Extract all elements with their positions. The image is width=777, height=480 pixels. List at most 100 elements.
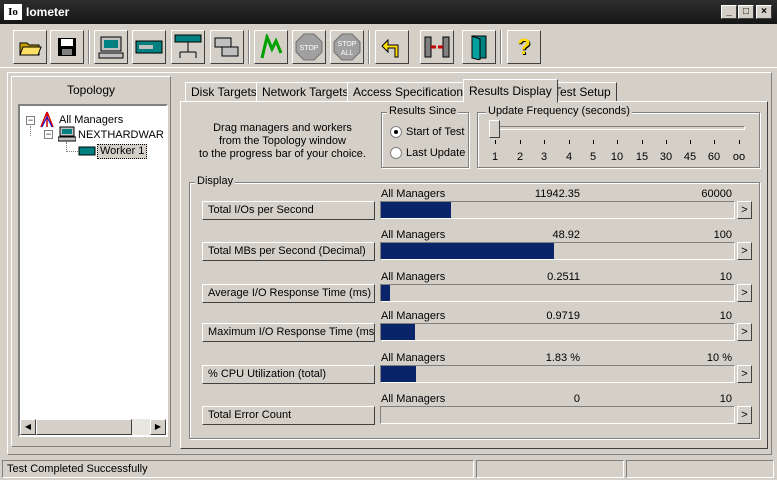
scroll-left-button[interactable]: ◀ [20, 419, 36, 435]
reset-arrow-icon [381, 38, 399, 58]
tab-disk-targets[interactable]: Disk Targets [185, 82, 263, 102]
tab-network-targets[interactable]: Network Targets [256, 82, 355, 102]
metric-source: All Managers [381, 188, 446, 200]
metric-select-button[interactable]: > [737, 406, 752, 424]
metric-max: 100 [713, 229, 732, 241]
update-frequency-slider[interactable] [489, 120, 500, 138]
scroll-right-button[interactable]: ▶ [150, 419, 166, 435]
tick-mark [520, 140, 521, 144]
manager-computer-icon [58, 126, 76, 142]
new-manager-icon [98, 36, 124, 59]
tick-mark [569, 140, 570, 144]
tree-worker[interactable]: Worker 1 [97, 144, 148, 159]
metric-value: 48.92 [552, 229, 580, 241]
metric-progress-fill [381, 324, 416, 340]
exit-button[interactable] [462, 30, 496, 64]
save-disk-icon [58, 38, 76, 56]
stop-button[interactable]: STOP [292, 30, 326, 64]
tab-access-specifications[interactable]: Access Specifications [347, 82, 476, 102]
metric-button[interactable]: Total Error Count [202, 406, 375, 425]
metric-source: All Managers [381, 271, 446, 283]
toolbar: STOP STOP ALL ? [0, 24, 777, 68]
expand-toggle[interactable]: − [26, 116, 35, 125]
scroll-thumb[interactable] [36, 419, 132, 435]
tick-mark [544, 140, 545, 144]
title-bar[interactable]: Io Iometer _ □ × [0, 0, 777, 24]
metric-select-button[interactable]: > [737, 242, 752, 260]
metric-button[interactable]: % CPU Utilization (total) [202, 365, 375, 384]
metric-progress-fill [381, 366, 417, 382]
metric-progress-fill [381, 243, 554, 259]
radio-start-of-test-label[interactable]: Start of Test [406, 126, 465, 138]
tick-mark [666, 140, 667, 144]
expand-toggle-manager[interactable]: − [44, 130, 53, 139]
help-button[interactable]: ? [507, 30, 541, 64]
duplicate-worker-button[interactable] [210, 30, 244, 64]
metric-progress-bar[interactable] [380, 242, 735, 260]
radio-last-update-label[interactable]: Last Update [406, 147, 465, 159]
tick-mark [739, 140, 740, 144]
tick-label: 4 [565, 151, 573, 163]
metric-progress-bar[interactable] [380, 365, 735, 383]
metric-select-button[interactable]: > [737, 365, 752, 383]
tab-test-setup[interactable]: Test Setup [548, 82, 617, 102]
metric-select-button[interactable]: > [737, 201, 752, 219]
tick-label: 5 [589, 151, 597, 163]
metric-max: 10 % [706, 352, 732, 364]
update-frequency-track[interactable] [489, 126, 745, 130]
drag-instructions: Drag managers and workers from the Topol… [199, 122, 366, 160]
disconnect-icon [424, 36, 450, 58]
metric-button[interactable]: Total I/Os per Second [202, 201, 375, 220]
disconnect-button[interactable] [420, 30, 454, 64]
tree-horizontal-scrollbar[interactable]: ◀ ▶ [20, 419, 166, 435]
tick-mark [617, 140, 618, 144]
metric-progress-bar[interactable] [380, 201, 735, 219]
topology-title: Topology [66, 83, 116, 97]
metric-progress-bar[interactable] [380, 284, 735, 302]
radio-start-of-test[interactable] [390, 126, 402, 138]
metric-value: 0.9719 [546, 310, 580, 322]
metric-progress-bar[interactable] [380, 406, 735, 424]
metric-progress-fill [381, 202, 452, 218]
metric-progress-bar[interactable] [380, 323, 735, 341]
metric-select-button[interactable]: > [737, 323, 752, 341]
minimize-button[interactable]: _ [721, 5, 737, 19]
metric-max: 10 [719, 271, 732, 283]
tree-all-managers[interactable]: All Managers [59, 114, 123, 126]
new-network-worker-button[interactable] [171, 30, 205, 64]
stop-all-button[interactable]: STOP ALL [330, 30, 364, 64]
radio-last-update[interactable] [390, 147, 402, 159]
maximize-button[interactable]: □ [738, 5, 754, 19]
close-button[interactable]: × [756, 5, 772, 19]
update-frequency-title: Update Frequency (seconds) [486, 105, 632, 117]
svg-text:STOP: STOP [338, 41, 357, 48]
new-manager-button[interactable] [94, 30, 128, 64]
metric-progress-fill [381, 285, 390, 301]
window-title: Iometer [26, 5, 70, 19]
stop-icon: STOP [295, 33, 323, 61]
tick-label: 30 [659, 151, 673, 163]
tree-manager[interactable]: NEXTHARDWAR [78, 129, 164, 141]
status-bar: Test Completed Successfully [0, 458, 777, 480]
topology-tree[interactable]: − All Managers − NEXTHARDWAR Worker 1 ◀ … [18, 104, 168, 437]
results-since-group [381, 112, 469, 168]
metric-button[interactable]: Average I/O Response Time (ms) [202, 284, 375, 303]
tab-results-display[interactable]: Results Display [463, 79, 558, 103]
start-green-flag-icon [260, 34, 283, 59]
tick-label: 1 [491, 151, 499, 163]
metric-max: 10 [719, 310, 732, 322]
reset-button[interactable] [375, 30, 409, 64]
tick-label: 2 [516, 151, 524, 163]
metric-select-button[interactable]: > [737, 284, 752, 302]
save-button[interactable] [50, 30, 84, 64]
tick-mark [495, 140, 496, 144]
exit-door-icon [471, 35, 487, 60]
metric-button[interactable]: Maximum I/O Response Time (ms) [202, 323, 375, 342]
metric-button[interactable]: Total MBs per Second (Decimal) [202, 242, 375, 261]
open-button[interactable] [13, 30, 47, 64]
start-button[interactable] [254, 30, 288, 64]
metric-source: All Managers [381, 352, 446, 364]
tick-mark [714, 140, 715, 144]
tick-mark [642, 140, 643, 144]
new-disk-worker-button[interactable] [132, 30, 166, 64]
